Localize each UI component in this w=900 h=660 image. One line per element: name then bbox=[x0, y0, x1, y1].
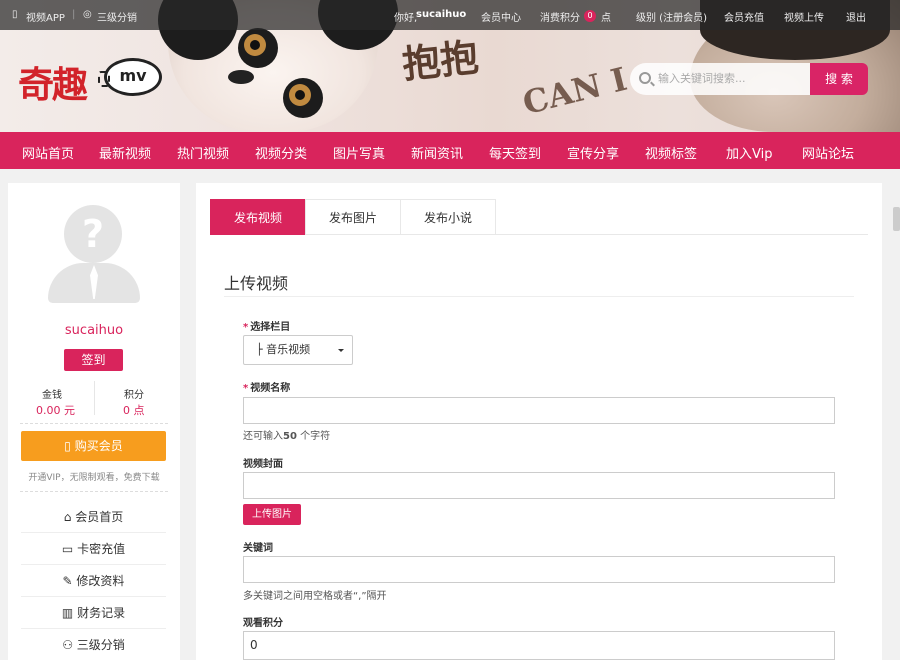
sidebar-item-label: 财务记录 bbox=[77, 606, 126, 620]
upload-image-button[interactable]: 上传图片 bbox=[243, 504, 301, 525]
sidebar-item-member-home[interactable]: ⌂ 会员首页 bbox=[21, 501, 166, 533]
buy-membership-label: 购买会员 bbox=[74, 439, 123, 453]
phone-icon: ▯ bbox=[12, 9, 18, 20]
tab-publish-novel[interactable]: 发布小说 bbox=[400, 199, 496, 235]
sidebar-item-label: 修改资料 bbox=[76, 574, 125, 588]
card-icon: ▯ bbox=[64, 439, 75, 453]
video-cover-label: 视频封面 bbox=[243, 459, 283, 470]
points-label: 积分 bbox=[124, 390, 144, 401]
sidebar-item-label: 三级分销 bbox=[76, 638, 125, 652]
points-badge: 0 bbox=[584, 10, 596, 22]
tab-publish-image[interactable]: 发布图片 bbox=[305, 199, 401, 235]
nav-item-checkin[interactable]: 每天签到 bbox=[489, 143, 541, 162]
site-logo[interactable]: 奇趣 bbox=[18, 56, 88, 108]
search-icon bbox=[639, 72, 651, 84]
buy-membership-button[interactable]: ▯ 购买会员 bbox=[21, 431, 166, 461]
points-label: 消费积分 bbox=[540, 13, 580, 24]
watch-points-label: 观看积分 bbox=[243, 618, 283, 629]
upload-video-link[interactable]: 视频上传 bbox=[784, 9, 824, 24]
video-name-label: * 视频名称 bbox=[243, 383, 291, 394]
watch-points-input[interactable]: 0 bbox=[243, 631, 835, 660]
nav-item-forum[interactable]: 网站论坛 bbox=[802, 143, 854, 162]
level-label: 级别 (注册会员) bbox=[636, 13, 707, 24]
nav-item-news[interactable]: 新闻资讯 bbox=[411, 143, 463, 162]
avatar: ? bbox=[48, 205, 140, 303]
category-label: * 选择栏目 bbox=[243, 322, 291, 333]
category-select[interactable]: ├ 音乐视频 bbox=[243, 335, 353, 365]
sidebar-item-distribution[interactable]: ⚇ 三级分销 bbox=[21, 629, 166, 660]
caret-down-icon bbox=[338, 349, 344, 352]
nav-item-home[interactable]: 网站首页 bbox=[22, 143, 74, 162]
money-label: 金钱 bbox=[42, 390, 62, 401]
points-unit: 点 bbox=[601, 13, 611, 24]
vip-note: 开通VIP，无限制观看，免费下载 bbox=[28, 473, 160, 483]
distribution-link[interactable]: 三级分销 bbox=[97, 9, 137, 24]
tab-publish-video[interactable]: 发布视频 bbox=[210, 199, 306, 235]
search-input[interactable]: 输入关键词搜索... bbox=[630, 63, 810, 95]
nav-item-categories[interactable]: 视频分类 bbox=[255, 143, 307, 162]
topbar-username[interactable]: sucaihuo bbox=[416, 9, 466, 20]
page-scrollbar[interactable] bbox=[893, 207, 900, 231]
publish-panel: 发布视频 发布图片 发布小说 上传视频 * 选择栏目 ├ 音乐视频 * 视频名称 还… bbox=[196, 183, 882, 660]
section-title: 上传视频 bbox=[224, 274, 289, 293]
banner-art-text: 抱抱 bbox=[400, 34, 481, 87]
nav-item-share[interactable]: 宣传分享 bbox=[567, 143, 619, 162]
video-name-input[interactable] bbox=[243, 397, 835, 424]
banner-art-text: CAN I bbox=[518, 59, 631, 123]
logo-mv-badge: mv bbox=[98, 58, 162, 96]
sidebar-item-label: 卡密充值 bbox=[77, 542, 126, 556]
logout-link[interactable]: 退出 bbox=[846, 9, 866, 24]
nav-item-latest[interactable]: 最新视频 bbox=[99, 143, 151, 162]
sidebar-item-label: 会员首页 bbox=[75, 510, 124, 524]
sitemap-icon: ⚇ bbox=[62, 638, 77, 652]
sidebar-username: sucaihuo bbox=[64, 323, 124, 338]
recharge-link[interactable]: 会员充值 bbox=[724, 9, 764, 24]
main-nav: 网站首页 最新视频 热门视频 视频分类 图片写真 新闻资讯 每天签到 宣传分享 … bbox=[0, 132, 900, 169]
sign-in-button[interactable]: 签到 bbox=[64, 349, 123, 371]
nav-item-hot[interactable]: 热门视频 bbox=[177, 143, 229, 162]
keywords-label: 关键词 bbox=[243, 543, 273, 554]
home-icon: ⌂ bbox=[63, 510, 76, 524]
video-name-hint: 还可输入50 个字符 bbox=[243, 431, 331, 442]
publish-tabs: 发布视频 发布图片 发布小说 bbox=[210, 199, 868, 235]
money-value: 0.00 元 bbox=[36, 404, 75, 417]
video-cover-input[interactable] bbox=[243, 472, 835, 499]
nav-item-vip[interactable]: 加入Vip bbox=[726, 143, 772, 162]
keywords-input[interactable] bbox=[243, 556, 835, 583]
share-icon: ◎ bbox=[83, 9, 92, 20]
points-value: 0 点 bbox=[123, 404, 145, 417]
greeting: 你好, bbox=[394, 13, 418, 24]
category-value: ├ 音乐视频 bbox=[256, 343, 311, 356]
search-button[interactable]: 搜 索 bbox=[810, 63, 868, 95]
header-banner: 抱抱 CAN I ▯ 视频APP | ◎ 三级分销 你好, sucaihuo 会… bbox=[0, 0, 900, 132]
top-bar: ▯ 视频APP | ◎ 三级分销 你好, sucaihuo 会员中心 消费积分 … bbox=[0, 0, 900, 30]
keywords-hint: 多关键词之间用空格或者“,”隔开 bbox=[243, 591, 387, 602]
bar-chart-icon: ▥ bbox=[61, 606, 78, 620]
sidebar-item-card-recharge[interactable]: ▭ 卡密充值 bbox=[21, 533, 166, 565]
search-bar: 输入关键词搜索... 搜 索 bbox=[630, 63, 868, 95]
sidebar-item-finance[interactable]: ▥ 财务记录 bbox=[21, 597, 166, 629]
app-link[interactable]: 视频APP bbox=[26, 9, 65, 24]
nav-item-tags[interactable]: 视频标签 bbox=[645, 143, 697, 162]
credit-card-icon: ▭ bbox=[61, 542, 78, 556]
sidebar-item-edit-profile[interactable]: ✎ 修改资料 bbox=[21, 565, 166, 597]
edit-icon: ✎ bbox=[62, 574, 77, 588]
nav-item-photos[interactable]: 图片写真 bbox=[333, 143, 385, 162]
user-sidebar: ? sucaihuo 签到 金钱 0.00 元 积分 0 点 ▯ 购买会员 开通… bbox=[8, 183, 180, 660]
member-center-link[interactable]: 会员中心 bbox=[481, 9, 521, 24]
